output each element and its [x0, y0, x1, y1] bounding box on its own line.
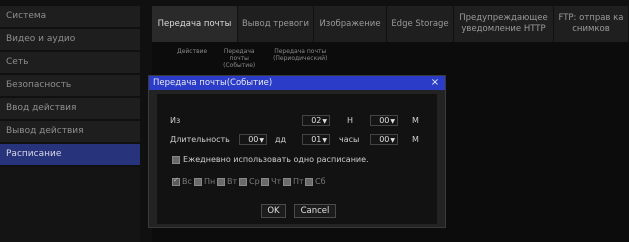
- sidebar-item-action-output[interactable]: Вывод действия: [0, 121, 140, 144]
- sidebar-item-system[interactable]: Система: [0, 6, 140, 29]
- chevron-down-icon: ▼: [390, 137, 395, 144]
- chevron-down-icon: ▼: [322, 137, 327, 144]
- day-checkbox-sun[interactable]: [172, 176, 180, 186]
- day-label-sat: Сб: [315, 177, 326, 186]
- day-label-mon: Пн: [204, 177, 216, 186]
- tab-edge-storage[interactable]: Edge Storage: [387, 6, 454, 42]
- sidebar-item-network[interactable]: Сеть: [0, 52, 140, 75]
- duration-label: Длительность: [170, 135, 230, 144]
- grid-col-event: Передача почты (Событие): [223, 48, 256, 69]
- day-label-wed: Ср: [249, 177, 260, 186]
- day-checkbox-fri[interactable]: [283, 178, 291, 186]
- start-hour-value: 02: [311, 116, 322, 125]
- duration-minutes-value: 00: [379, 135, 390, 144]
- tab-alarm-output[interactable]: Вывод тревоги: [238, 6, 314, 42]
- sidebar-item-security[interactable]: Безопасность: [0, 75, 140, 98]
- day-label-sun: Вс: [182, 177, 192, 186]
- duration-minutes-select[interactable]: 00▼: [370, 134, 398, 145]
- grid-col-periodic: Передача почты (Периодический): [273, 48, 328, 62]
- grid-col-action: Действие: [177, 48, 208, 55]
- daily-schedule-label: Ежедневно использовать одно расписание.: [183, 155, 369, 164]
- day-checkbox-tue[interactable]: [217, 178, 225, 186]
- sidebar: Система Видео и аудио Сеть Безопасность …: [0, 6, 140, 242]
- start-minute-value: 00: [379, 116, 390, 125]
- schedule-grid-header: Действие Передача почты (Событие) Переда…: [174, 46, 374, 72]
- day-checkbox-wed[interactable]: [239, 178, 247, 186]
- mail-event-schedule-dialog: Передача почты(Событие) × Из 02▼ Н 00▼ М…: [148, 75, 446, 228]
- day-checkbox-sat[interactable]: [305, 178, 313, 186]
- tab-bar: Передача почты Вывод тревоги Изображение…: [152, 6, 629, 42]
- sidebar-item-schedule[interactable]: Расписание: [0, 144, 140, 167]
- hour-unit-label: Н: [347, 116, 354, 125]
- tab-image[interactable]: Изображение: [314, 6, 387, 42]
- dialog-title-bar: Передача почты(Событие) ×: [149, 76, 445, 90]
- chevron-down-icon: ▼: [390, 118, 395, 125]
- day-label-fri: Пт: [293, 177, 304, 186]
- days-unit-label: дд: [275, 135, 287, 144]
- duration-days-value: 00: [248, 135, 259, 144]
- dialog-body: Из 02▼ Н 00▼ М Длительность 00▼ дд 01▼ ч…: [157, 94, 437, 224]
- minute-unit-label: М: [412, 116, 419, 125]
- duration-hours-value: 01: [311, 135, 322, 144]
- from-label: Из: [170, 116, 181, 125]
- tab-http-notification[interactable]: Предупреждающее уведомление HTTP: [454, 6, 554, 42]
- close-icon[interactable]: ×: [429, 76, 441, 90]
- day-label-tue: Вт: [227, 177, 238, 186]
- day-label-thu: Чт: [271, 177, 282, 186]
- tab-mail-transfer[interactable]: Передача почты: [152, 6, 238, 42]
- ok-button[interactable]: OK: [261, 204, 286, 218]
- duration-minute-unit-label: М: [412, 135, 419, 144]
- chevron-down-icon: ▼: [322, 118, 327, 125]
- dialog-title: Передача почты(Событие): [153, 78, 273, 88]
- sidebar-item-action-input[interactable]: Ввод действия: [0, 98, 140, 121]
- tab-ftp-snapshot[interactable]: FTP: отправ ка снимков: [554, 6, 629, 42]
- start-hour-select[interactable]: 02▼: [302, 115, 330, 126]
- hours-unit-label: часы: [339, 135, 360, 144]
- sidebar-item-video-audio[interactable]: Видео и аудио: [0, 29, 140, 52]
- day-checkbox-mon[interactable]: [194, 178, 202, 186]
- cancel-button[interactable]: Cancel: [294, 204, 336, 218]
- daily-schedule-checkbox[interactable]: [172, 156, 180, 164]
- start-minute-select[interactable]: 00▼: [370, 115, 398, 126]
- chevron-down-icon: ▼: [259, 137, 264, 144]
- duration-hours-select[interactable]: 01▼: [302, 134, 330, 145]
- day-checkbox-thu[interactable]: [261, 178, 269, 186]
- duration-days-select[interactable]: 00▼: [239, 134, 267, 145]
